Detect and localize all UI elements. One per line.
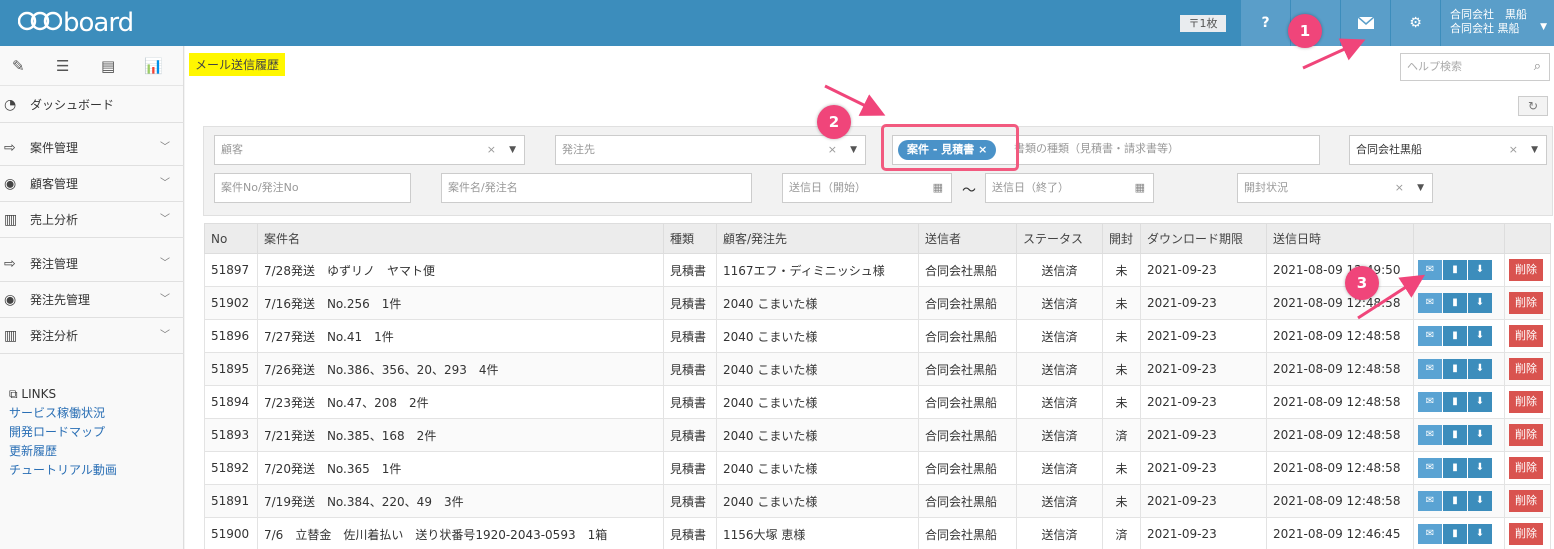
annotation-arrows <box>824 38 1426 320</box>
